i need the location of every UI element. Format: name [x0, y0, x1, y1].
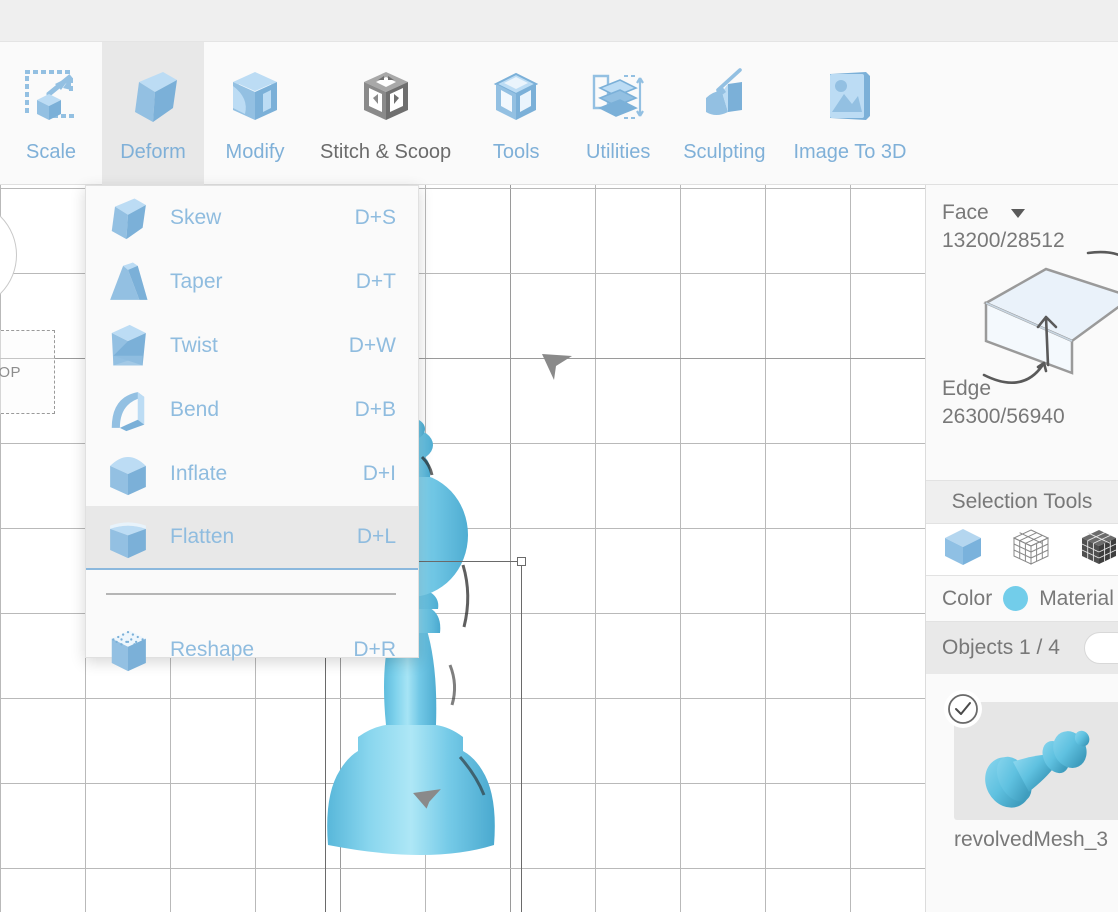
- toolbar-item-label: Deform: [120, 141, 186, 163]
- view-cube-widget[interactable]: TOP: [0, 200, 85, 445]
- wireframe-cube-icon[interactable]: [1010, 526, 1052, 573]
- object-list-item[interactable]: revolvedMesh_3: [940, 688, 1118, 868]
- menu-item-label: Bend: [170, 398, 220, 421]
- selection-tools-title: Selection Tools: [926, 480, 1118, 524]
- menu-item-taper[interactable]: Taper D+T: [86, 250, 418, 314]
- toolbar-item-label: Scale: [25, 141, 77, 163]
- menu-item-reshape[interactable]: Reshape D+R: [86, 618, 418, 682]
- toolbar-item-stitch-scoop[interactable]: Stitch & Scoop: [306, 42, 465, 185]
- menu-item-skew[interactable]: Skew D+S: [86, 186, 418, 250]
- menu-item-label: Taper: [170, 270, 223, 293]
- bend-icon: [100, 384, 156, 436]
- selection-tools-row: [926, 524, 1118, 576]
- edge-highlight-diagram-icon: [972, 245, 1118, 410]
- menu-item-shortcut: D+L: [356, 525, 396, 548]
- utilities-layers-icon: [581, 63, 655, 129]
- stitch-cube-icon: [349, 63, 423, 129]
- check-circle-icon[interactable]: [944, 690, 982, 728]
- toolbar-item-label: Utilities: [585, 141, 651, 163]
- reshape-icon: [100, 624, 156, 676]
- menu-item-bend[interactable]: Bend D+B: [86, 378, 418, 442]
- sculpting-icon: [687, 63, 761, 129]
- image-to-3d-icon: [813, 63, 887, 129]
- menu-separator: [86, 570, 418, 618]
- objects-count-label: Objects 1 / 4: [942, 636, 1060, 659]
- material-label[interactable]: Material: [1039, 587, 1114, 611]
- mesh-stats-panel: Face 13200/28512 Edge 26300/56940: [926, 185, 1118, 480]
- color-material-row: Color Material: [926, 576, 1118, 622]
- twist-icon: [100, 320, 156, 372]
- right-sidebar: Face 13200/28512 Edge 26300/56940 Select…: [925, 185, 1118, 912]
- menu-item-shortcut: D+S: [354, 206, 396, 229]
- toolbar-item-scale[interactable]: Scale: [0, 42, 102, 185]
- flatten-icon: [100, 511, 156, 563]
- toolbar-item-label: Tools: [492, 141, 540, 163]
- toolbar-item-tools[interactable]: Tools: [465, 42, 567, 185]
- scale-cube-icon: [14, 63, 88, 129]
- color-swatch[interactable]: [1003, 586, 1029, 611]
- objects-header-row: Objects 1 / 4: [926, 622, 1118, 674]
- app-root: Scale Deform Modify Stitch & Scoop Tools…: [0, 0, 1118, 912]
- solid-cube-icon[interactable]: [942, 526, 984, 573]
- toolbar-item-sculpting[interactable]: Sculpting: [669, 42, 779, 185]
- objects-toggle-button[interactable]: [1084, 632, 1118, 664]
- toolbar-item-label: Modify: [225, 141, 285, 163]
- skew-icon: [100, 192, 156, 244]
- gizmo-arrow-right[interactable]: [412, 780, 446, 812]
- dense-grid-cube-icon[interactable]: [1078, 526, 1118, 573]
- toolbar-item-deform[interactable]: Deform: [102, 42, 204, 185]
- menu-item-shortcut: D+T: [355, 270, 396, 293]
- menu-item-flatten[interactable]: Flatten D+L: [86, 506, 418, 570]
- toolbar-item-label: Stitch & Scoop: [320, 141, 452, 163]
- view-cube-top-face[interactable]: TOP: [0, 330, 55, 414]
- menu-item-label: Inflate: [170, 462, 228, 485]
- menu-item-shortcut: D+R: [353, 638, 396, 661]
- deform-dropdown-menu: Skew D+S Taper D+T Twist D+W Bend D+B Inflat…: [85, 185, 419, 672]
- modify-cube-icon: [218, 63, 292, 129]
- menu-item-shortcut: D+B: [354, 398, 396, 421]
- menu-item-label: Reshape: [170, 638, 255, 661]
- deform-cube-icon: [116, 63, 190, 129]
- ribbon-toolbar: Scale Deform Modify Stitch & Scoop Tools…: [0, 42, 1118, 185]
- toolbar-item-label: Sculpting: [683, 141, 766, 163]
- toolbar-item-image-to-3d[interactable]: Image To 3D: [779, 42, 920, 185]
- face-stat-row[interactable]: Face: [942, 201, 1118, 225]
- menu-item-shortcut: D+I: [362, 462, 396, 485]
- menu-item-twist[interactable]: Twist D+W: [86, 314, 418, 378]
- taper-icon: [100, 256, 156, 308]
- menu-item-shortcut: D+W: [348, 334, 396, 357]
- window-title-bar: [0, 0, 1118, 42]
- menu-item-label: Twist: [170, 334, 218, 357]
- toolbar-item-modify[interactable]: Modify: [204, 42, 306, 185]
- gizmo-arrow-up[interactable]: [540, 350, 574, 382]
- menu-item-label: Flatten: [170, 525, 235, 548]
- menu-item-inflate[interactable]: Inflate D+I: [86, 442, 418, 506]
- color-label: Color: [942, 586, 993, 610]
- object-name-label: revolvedMesh_3: [954, 828, 1109, 851]
- toolbar-item-utilities[interactable]: Utilities: [567, 42, 669, 185]
- chevron-down-icon[interactable]: [1010, 208, 1025, 218]
- tools-cube-icon: [479, 63, 553, 129]
- face-label: Face: [942, 201, 989, 224]
- inflate-icon: [100, 448, 156, 500]
- menu-item-label: Skew: [170, 206, 222, 229]
- toolbar-item-label: Image To 3D: [793, 141, 907, 163]
